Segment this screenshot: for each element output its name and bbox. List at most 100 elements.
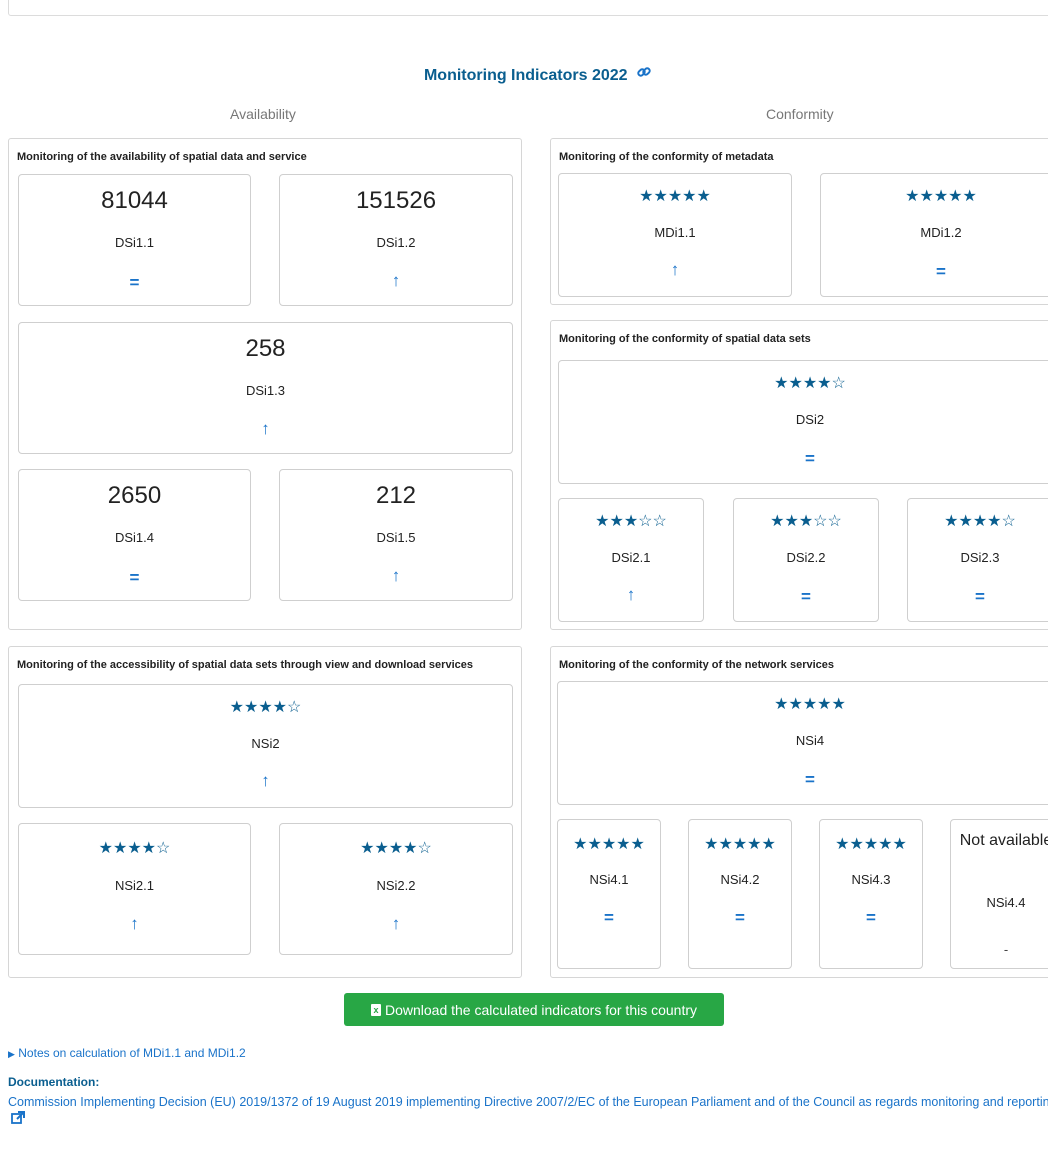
- star-filled-icon: ★: [639, 188, 654, 205]
- star-filled-icon: ★: [958, 513, 973, 530]
- column-heading-availability: Availability: [230, 106, 296, 122]
- notes-toggle[interactable]: ▶ Notes on calculation of MDi1.1 and MDi…: [8, 1046, 246, 1060]
- column-heading-conformity: Conformity: [766, 106, 834, 122]
- star-filled-icon: ★: [388, 840, 404, 857]
- star-empty-icon: ☆: [417, 840, 432, 857]
- star-filled-icon: ★: [587, 836, 602, 853]
- trend-equal-icon: =: [805, 449, 815, 468]
- star-filled-icon: ★: [774, 696, 789, 713]
- star-filled-icon: ★: [682, 188, 697, 205]
- star-rating: ★★★★☆: [19, 838, 250, 858]
- permalink-icon[interactable]: [636, 64, 652, 85]
- indicator-code: DSi2: [795, 412, 825, 427]
- star-rating: ★★★★★: [558, 834, 660, 854]
- star-filled-icon: ★: [272, 699, 288, 716]
- star-filled-icon: ★: [704, 836, 719, 853]
- accessibility-panel: Monitoring of the accessibility of spati…: [8, 646, 522, 978]
- star-empty-icon: ☆: [638, 513, 653, 530]
- trend-up-icon: ↑: [670, 260, 680, 279]
- indicator-card-dsi1-2: 151526 DSi1.2 ↑: [279, 174, 513, 306]
- star-filled-icon: ★: [835, 836, 850, 853]
- star-rating: ★★★★★: [820, 834, 922, 854]
- star-empty-icon: ☆: [287, 699, 302, 716]
- star-filled-icon: ★: [229, 699, 244, 716]
- star-rating: ★★★☆☆: [734, 511, 878, 531]
- indicator-value: 212: [375, 482, 417, 509]
- trend-none: -: [1003, 942, 1009, 957]
- star-filled-icon: ★: [948, 188, 963, 205]
- trend-equal-icon: =: [129, 568, 140, 587]
- star-filled-icon: ★: [962, 188, 977, 205]
- star-filled-icon: ★: [630, 836, 645, 853]
- star-filled-icon: ★: [696, 188, 711, 205]
- indicator-card-nsi4-2: ★★★★★ NSi4.2 =: [688, 819, 792, 969]
- indicator-code: NSi4.4: [986, 895, 1026, 910]
- indicator-value: 258: [245, 335, 286, 362]
- indicator-code: DSi2.2: [786, 550, 826, 565]
- star-filled-icon: ★: [831, 696, 846, 713]
- trend-equal-icon: =: [975, 587, 985, 606]
- star-rating: ★★★★★: [559, 186, 791, 206]
- trend-equal-icon: =: [604, 908, 614, 927]
- indicator-code: NSi2.1: [114, 878, 155, 893]
- star-filled-icon: ★: [798, 513, 814, 530]
- indicator-card-mdi1-1: ★★★★★ MDi1.1 ↑: [558, 173, 792, 297]
- star-filled-icon: ★: [933, 188, 949, 205]
- star-filled-icon: ★: [802, 696, 818, 713]
- indicator-code: DSi1.4: [114, 530, 155, 545]
- not-available-text: Not available: [959, 832, 1048, 849]
- datasets-panel: Monitoring of the conformity of spatial …: [550, 320, 1048, 630]
- indicator-value: 2650: [107, 482, 162, 509]
- indicator-code: DSi2.1: [611, 550, 651, 565]
- trend-equal-icon: =: [805, 770, 815, 789]
- panel-title: Monitoring of the conformity of metadata: [559, 151, 774, 163]
- star-filled-icon: ★: [112, 840, 128, 857]
- star-empty-icon: ☆: [156, 840, 171, 857]
- trend-up-icon: ↑: [261, 419, 270, 438]
- star-empty-icon: ☆: [827, 513, 842, 530]
- download-indicators-button[interactable]: x Download the calculated indicators for…: [344, 993, 724, 1026]
- indicator-card-dsi2-3: ★★★★☆ DSi2.3 =: [907, 498, 1048, 622]
- star-filled-icon: ★: [667, 188, 683, 205]
- excel-icon: x: [370, 1003, 381, 1016]
- star-filled-icon: ★: [609, 513, 624, 530]
- documentation-link[interactable]: Commission Implementing Decision (EU) 20…: [8, 1094, 1048, 1129]
- star-filled-icon: ★: [849, 836, 864, 853]
- indicator-card-dsi1-1: 81044 DSi1.1 =: [18, 174, 251, 306]
- star-filled-icon: ★: [403, 840, 418, 857]
- top-panel-edge: [8, 0, 1048, 16]
- indicator-card-nsi4: ★★★★★ NSi4 =: [557, 681, 1048, 805]
- indicator-card-nsi4-1: ★★★★★ NSi4.1 =: [557, 819, 661, 969]
- star-filled-icon: ★: [98, 840, 113, 857]
- star-rating: ★★★★☆: [559, 373, 1048, 393]
- star-filled-icon: ★: [905, 188, 920, 205]
- star-filled-icon: ★: [595, 513, 610, 530]
- indicator-value: 151526: [355, 187, 437, 214]
- star-filled-icon: ★: [919, 188, 934, 205]
- indicator-card-nsi4-3: ★★★★★ NSi4.3 =: [819, 819, 923, 969]
- star-filled-icon: ★: [732, 836, 748, 853]
- star-rating: ★★★★☆: [19, 697, 512, 717]
- notes-label: Notes on calculation of MDi1.1 and MDi1.…: [18, 1046, 246, 1060]
- star-filled-icon: ★: [601, 836, 617, 853]
- star-empty-icon: ☆: [813, 513, 828, 530]
- indicator-code: NSi4.2: [720, 872, 760, 887]
- star-filled-icon: ★: [258, 699, 273, 716]
- indicator-code: NSi2: [251, 736, 280, 751]
- star-filled-icon: ★: [374, 840, 389, 857]
- external-link-icon: [11, 1111, 25, 1129]
- indicator-code: DSi2.3: [960, 550, 1000, 565]
- documentation-link-text: Commission Implementing Decision (EU) 20…: [8, 1095, 1048, 1109]
- disclosure-triangle-icon: ▶: [8, 1049, 15, 1059]
- panel-title: Monitoring of the accessibility of spati…: [17, 659, 473, 671]
- star-filled-icon: ★: [892, 836, 907, 853]
- star-filled-icon: ★: [623, 513, 639, 530]
- download-button-label: Download the calculated indicators for t…: [384, 1001, 698, 1018]
- star-empty-icon: ☆: [1001, 513, 1016, 530]
- indicator-code: DSi1.2: [376, 235, 416, 250]
- indicator-card-dsi2: ★★★★☆ DSi2 =: [558, 360, 1048, 484]
- star-rating: ★★★★★: [821, 186, 1048, 206]
- indicator-code: MDi1.1: [654, 225, 696, 240]
- star-filled-icon: ★: [788, 696, 803, 713]
- indicator-card-nsi4-4: Not available NSi4.4 -: [950, 819, 1048, 969]
